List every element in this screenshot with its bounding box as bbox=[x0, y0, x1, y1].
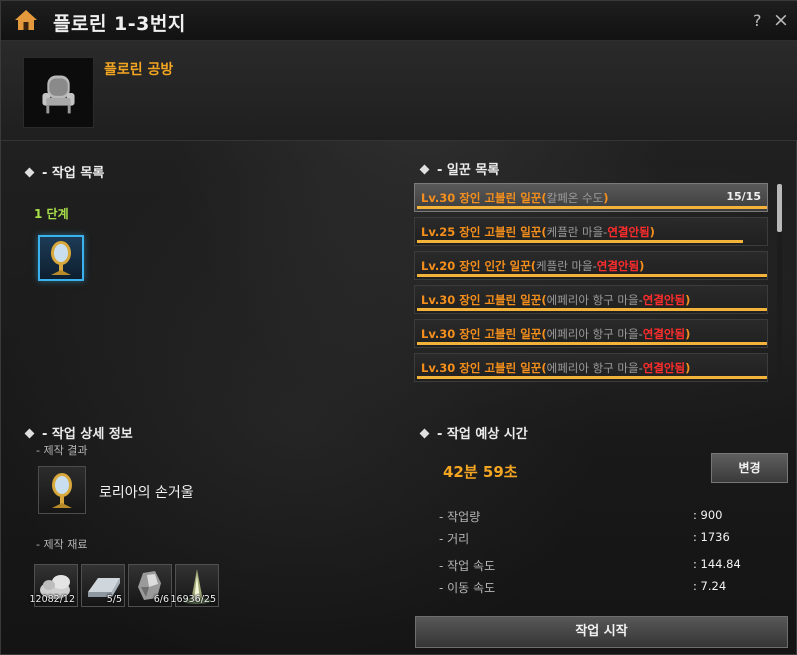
estimated-time: 42분 59초 bbox=[443, 463, 518, 481]
work-list-title: - 작업 목록 bbox=[42, 166, 105, 181]
worker-status: 연결안됨 bbox=[642, 327, 686, 341]
diamond-icon bbox=[24, 428, 35, 439]
worker-text: Lv.20 장인 인간 일꾼(케플란 마을-연결안됨) bbox=[421, 258, 644, 274]
workshop-thumbnail bbox=[23, 57, 94, 128]
material-slot[interactable]: 16936/25 bbox=[170, 564, 219, 607]
material-count: 6/6 bbox=[153, 594, 169, 605]
material-slot[interactable]: 12082/12 bbox=[29, 564, 78, 607]
stamina-bar bbox=[417, 274, 767, 277]
worker-list-heading: - 일꾼 목록 bbox=[419, 159, 500, 178]
result-label: - 제작 결과 bbox=[36, 444, 88, 457]
help-button[interactable]: ? bbox=[753, 11, 762, 30]
worker-level: Lv.25 bbox=[421, 225, 456, 239]
estimate-heading: - 작업 예상 시간 bbox=[419, 423, 528, 442]
worker-name: 장인 인간 일꾼 bbox=[459, 259, 531, 273]
worker-location: 칼페온 수도 bbox=[546, 191, 604, 205]
worker-status: 연결안됨 bbox=[596, 259, 640, 273]
worker-status: 연결안됨 bbox=[642, 361, 686, 375]
worker-text: Lv.30 장인 고블린 일꾼(에페리아 항구 마을-연결안됨) bbox=[421, 326, 690, 342]
diamond-icon bbox=[24, 167, 35, 178]
stat-value-workload: : 900 bbox=[693, 508, 723, 522]
worker-text: Lv.30 장인 고블린 일꾼(에페리아 항구 마을-연결안됨) bbox=[421, 292, 690, 308]
estimate-title: - 작업 예상 시간 bbox=[437, 427, 528, 442]
material-count: 16936/25 bbox=[170, 594, 216, 605]
worker-row[interactable]: Lv.25 장인 고블린 일꾼(케플란 마을-연결안됨) bbox=[414, 217, 768, 246]
worker-level: Lv.30 bbox=[421, 293, 456, 307]
worker-row[interactable]: Lv.30 장인 고블린 일꾼(에페리아 항구 마을-연결안됨) bbox=[414, 285, 768, 314]
worker-row[interactable]: Lv.30 장인 고블린 일꾼(칼페온 수도) 15/15 bbox=[414, 183, 768, 212]
result-item-slot[interactable] bbox=[38, 466, 86, 514]
details-heading: - 작업 상세 정보 bbox=[24, 423, 133, 442]
worker-row[interactable]: Lv.20 장인 인간 일꾼(케플란 마을-연결안됨) bbox=[414, 251, 768, 280]
worker-name: 장인 고블린 일꾼 bbox=[459, 293, 542, 307]
hand-mirror-icon bbox=[51, 241, 71, 275]
work-list-heading: - 작업 목록 bbox=[24, 162, 105, 181]
stat-label-work-speed: - 작업 속도 bbox=[439, 559, 496, 573]
material-count: 5/5 bbox=[106, 594, 122, 605]
close-button[interactable]: × bbox=[773, 9, 789, 31]
paren: ) bbox=[685, 327, 691, 341]
stage-label: 1 단계 bbox=[34, 207, 69, 221]
worker-list-scroll-thumb[interactable] bbox=[777, 184, 782, 232]
diamond-icon bbox=[419, 428, 430, 439]
worker-name: 장인 고블린 일꾼 bbox=[459, 191, 542, 205]
paren: ) bbox=[685, 293, 691, 307]
worker-row[interactable]: Lv.30 장인 고블린 일꾼(에페리아 항구 마을-연결안됨) bbox=[414, 319, 768, 348]
window-title: 플로린 1-3번지 bbox=[53, 13, 186, 35]
result-item-name: 로리아의 손거울 bbox=[99, 485, 194, 501]
stat-label-workload: - 작업량 bbox=[439, 510, 481, 524]
worker-location: 에페리아 항구 마을- bbox=[546, 327, 643, 341]
worker-name: 장인 고블린 일꾼 bbox=[459, 327, 542, 341]
worker-level: Lv.30 bbox=[421, 191, 456, 205]
title-bar[interactable]: 플로린 1-3번지 ? × bbox=[1, 1, 797, 41]
start-work-button[interactable]: 작업 시작 bbox=[415, 616, 788, 648]
worker-location: 케플란 마을- bbox=[536, 259, 597, 273]
home-icon[interactable] bbox=[14, 9, 38, 31]
worker-list-title: - 일꾼 목록 bbox=[437, 163, 500, 178]
worker-list: Lv.30 장인 고블린 일꾼(칼페온 수도) 15/15 Lv.25 장인 고블린… bbox=[414, 183, 770, 385]
workshop-window: 플로린 1-3번지 ? × 플로린 공방 - 작업 목록 1 단계 - 일꾼 목… bbox=[0, 0, 797, 655]
workshop-header bbox=[1, 41, 797, 141]
worker-location: 에페리아 항구 마을- bbox=[546, 293, 643, 307]
paren: ) bbox=[639, 259, 645, 273]
paren: ) bbox=[685, 361, 691, 375]
stat-value-work-speed: : 144.84 bbox=[693, 557, 741, 571]
stamina-bar bbox=[417, 308, 767, 311]
details-title: - 작업 상세 정보 bbox=[42, 427, 133, 442]
recipe-item-slot[interactable] bbox=[38, 235, 84, 281]
worker-text: Lv.30 장인 고블린 일꾼(에페리아 항구 마을-연결안됨) bbox=[421, 360, 690, 376]
worker-status: 연결안됨 bbox=[607, 225, 650, 239]
materials-label: - 제작 재료 bbox=[36, 538, 88, 551]
worker-text: Lv.25 장인 고블린 일꾼(케플란 마을-연결안됨) bbox=[421, 224, 655, 240]
worker-location: 에페리아 항구 마을- bbox=[546, 361, 643, 375]
stamina-bar bbox=[417, 240, 743, 243]
workshop-name: 플로린 공방 bbox=[104, 62, 174, 78]
stat-label-move-speed: - 이동 속도 bbox=[439, 581, 496, 595]
worker-count: 15/15 bbox=[726, 190, 761, 203]
stat-value-distance: : 1736 bbox=[693, 530, 730, 544]
worker-location: 케플란 마을- bbox=[546, 225, 608, 239]
worker-text: Lv.30 장인 고블린 일꾼(칼페온 수도) bbox=[421, 190, 608, 206]
worker-status: 연결안됨 bbox=[642, 293, 686, 307]
worker-level: Lv.20 bbox=[421, 259, 456, 273]
stat-value-move-speed: : 7.24 bbox=[693, 579, 727, 593]
worker-level: Lv.30 bbox=[421, 327, 456, 341]
stamina-bar bbox=[417, 342, 767, 345]
worker-name: 장인 고블린 일꾼 bbox=[459, 361, 542, 375]
armchair-icon bbox=[42, 75, 75, 114]
material-slot[interactable]: 5/5 bbox=[81, 564, 125, 607]
worker-level: Lv.30 bbox=[421, 361, 456, 375]
stamina-bar bbox=[417, 206, 767, 209]
material-slot[interactable]: 6/6 bbox=[128, 564, 172, 607]
paren: ) bbox=[649, 225, 655, 239]
worker-row[interactable]: Lv.30 장인 고블린 일꾼(에페리아 항구 마을-연결안됨) bbox=[414, 353, 768, 382]
change-button[interactable]: 변경 bbox=[711, 453, 788, 483]
material-count: 12082/12 bbox=[29, 594, 75, 605]
hand-mirror-icon bbox=[52, 473, 72, 508]
worker-name: 장인 고블린 일꾼 bbox=[459, 225, 542, 239]
stamina-bar bbox=[417, 376, 767, 379]
paren: ) bbox=[603, 191, 609, 205]
stat-label-distance: - 거리 bbox=[439, 532, 470, 546]
diamond-icon bbox=[419, 164, 430, 175]
